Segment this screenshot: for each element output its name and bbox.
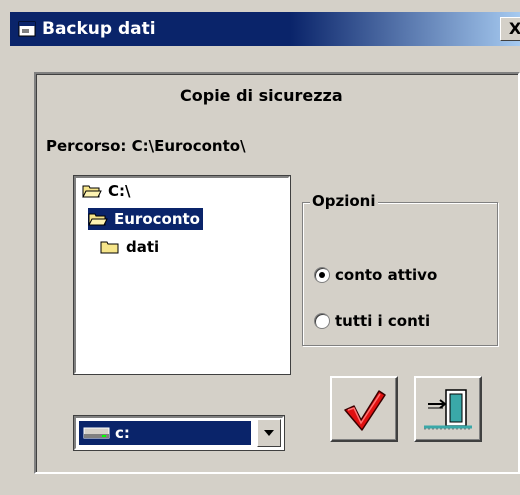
- tree-item-label: Euroconto: [114, 210, 200, 228]
- hard-drive-icon: [83, 427, 110, 439]
- checkmark-icon: [344, 390, 386, 431]
- drive-select-value[interactable]: c:: [79, 421, 251, 445]
- window-title: Backup dati: [42, 19, 156, 39]
- tree-item-label: dati: [126, 238, 160, 256]
- closed-folder-icon: [100, 241, 119, 254]
- open-folder-icon: [88, 213, 108, 226]
- folder-tree[interactable]: C:\ Euroconto dati: [73, 175, 291, 375]
- panel-heading: Copie di sicurezza: [180, 86, 343, 105]
- options-title: Opzioni: [310, 192, 378, 210]
- chevron-down-icon: [264, 430, 274, 436]
- tree-item-label: C:\: [108, 182, 131, 200]
- radio-button[interactable]: [314, 313, 330, 329]
- confirm-button[interactable]: [330, 376, 398, 442]
- radio-tutti-i-conti[interactable]: tutti i conti: [314, 310, 430, 332]
- app-window-icon: [18, 21, 36, 37]
- radio-label: conto attivo: [335, 266, 438, 284]
- client-area: [10, 46, 520, 72]
- radio-label: tutti i conti: [335, 312, 431, 330]
- tree-item-root[interactable]: C:\: [82, 180, 134, 202]
- tree-item-euroconto[interactable]: Euroconto: [88, 208, 203, 230]
- drive-label: c:: [115, 424, 130, 442]
- tree-item-dati[interactable]: dati: [100, 236, 162, 258]
- path-display: Percorso: C:\Euroconto\: [46, 137, 246, 155]
- close-button[interactable]: X: [500, 17, 520, 41]
- drive-select[interactable]: c:: [73, 415, 285, 451]
- path-value: C:\Euroconto\: [131, 137, 246, 155]
- radio-button[interactable]: [314, 267, 330, 283]
- radio-conto-attivo[interactable]: conto attivo: [314, 264, 437, 286]
- dropdown-arrow-button[interactable]: [257, 419, 281, 447]
- backup-dialog: Backup dati X Copie di sicurezza Percors…: [0, 0, 520, 495]
- exit-door-icon: [424, 389, 472, 430]
- path-label: Percorso:: [46, 137, 127, 155]
- exit-button[interactable]: [414, 376, 482, 442]
- open-folder-icon: [82, 185, 102, 198]
- title-bar[interactable]: Backup dati X: [10, 12, 520, 46]
